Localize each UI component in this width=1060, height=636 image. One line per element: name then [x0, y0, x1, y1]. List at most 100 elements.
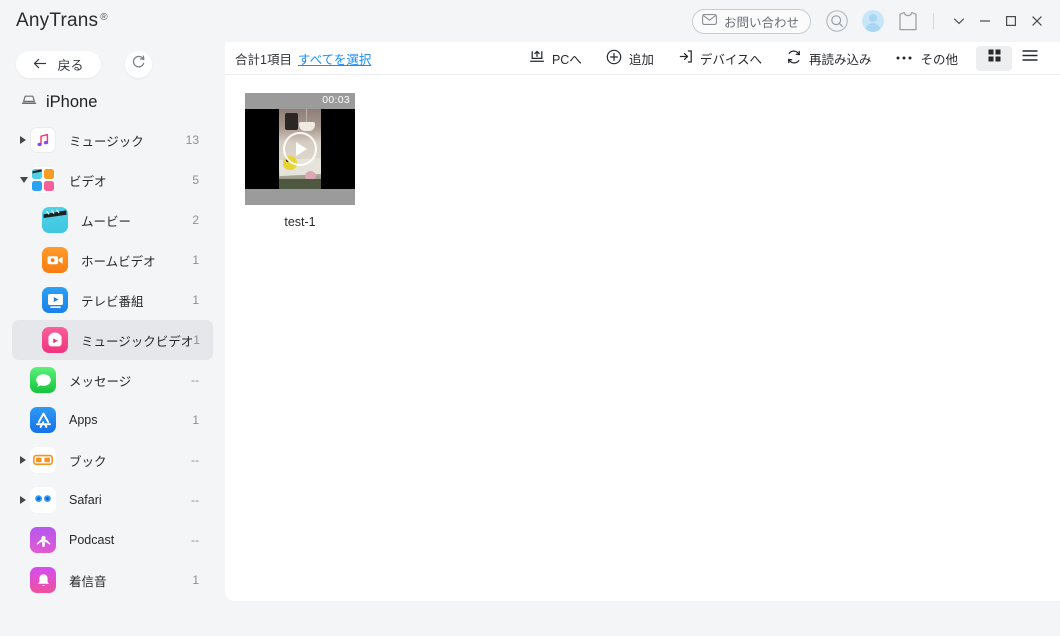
maximize-button[interactable]: [998, 8, 1024, 34]
device-header[interactable]: iPhone: [0, 88, 225, 116]
reload-button[interactable]: 再読み込み: [774, 45, 884, 71]
export-to-pc-button[interactable]: PCへ: [517, 45, 594, 71]
sidebar-item-count: 1: [192, 253, 199, 267]
title-bar-actions: お問い合わせ: [691, 0, 1060, 42]
add-icon: [606, 49, 622, 68]
sidebar: 戻る iPhone ミュージック 13 ビデオ 5 ムービー 2 ホームビデオ …: [0, 42, 225, 636]
refresh-button[interactable]: [125, 50, 152, 78]
sidebar-item-1[interactable]: ビデオ 5: [12, 160, 213, 200]
media-name: test-1: [284, 215, 316, 229]
chevron-right-icon[interactable]: [20, 456, 26, 464]
select-all-link[interactable]: すべてを選択: [298, 49, 371, 68]
chevron-down-icon[interactable]: [946, 8, 972, 34]
sidebar-item-label: メッセージ: [69, 374, 132, 389]
music-video-icon: [42, 327, 68, 353]
contact-button-label: お問い合わせ: [723, 15, 799, 30]
grid-view-icon: [987, 48, 1002, 68]
send-to-device-button[interactable]: デバイスへ: [666, 45, 774, 71]
reload-icon: [786, 49, 802, 68]
media-item[interactable]: 00:03 test-1: [245, 93, 355, 229]
sidebar-item-label: 着信音: [69, 574, 107, 589]
registered-mark: ®: [100, 12, 108, 23]
toolbar-divider: [933, 13, 934, 29]
sidebar-item-label: ミュージック: [69, 134, 144, 149]
sidebar-item-7[interactable]: Apps 1: [12, 400, 213, 440]
movie-icon: [42, 207, 68, 233]
app-window: AnyTrans ® お問い合わせ 戻る iPhone ミュージック 13 ビデ…: [0, 0, 1060, 636]
play-icon[interactable]: [283, 132, 317, 166]
sidebar-item-count: 1: [192, 573, 199, 587]
more-button[interactable]: その他: [883, 45, 970, 71]
add-button[interactable]: 追加: [594, 45, 666, 71]
video-icon: [30, 167, 56, 193]
sidebar-item-5[interactable]: ミュージックビデオ 1: [12, 320, 213, 360]
sidebar-item-0[interactable]: ミュージック 13: [12, 120, 213, 160]
device-icon: [21, 93, 37, 112]
list-view-icon: [1021, 48, 1039, 68]
content-toolbar: 合計1項目 すべてを選択 PCへ 追加 デバイスへ 再読み込み その他: [225, 42, 1060, 75]
chevron-right-icon[interactable]: [20, 136, 26, 144]
refresh-icon: [131, 54, 146, 74]
sidebar-item-label: ブック: [69, 454, 107, 469]
sidebar-item-3[interactable]: ホームビデオ 1: [12, 240, 213, 280]
media-thumbnail[interactable]: 00:03: [245, 93, 355, 205]
chevron-down-icon[interactable]: [20, 177, 28, 183]
main-panel: 合計1項目 すべてを選択 PCへ 追加 デバイスへ 再読み込み その他 00:0…: [225, 42, 1060, 601]
sidebar-item-8[interactable]: ブック --: [12, 440, 213, 480]
tv-show-icon: [42, 287, 68, 313]
sidebar-item-count: --: [191, 373, 199, 387]
sidebar-item-6[interactable]: メッセージ --: [12, 360, 213, 400]
back-button-label: 戻る: [57, 57, 84, 73]
search-icon[interactable]: [824, 8, 850, 34]
sidebar-item-count: --: [191, 533, 199, 547]
minimize-button[interactable]: [972, 8, 998, 34]
sidebar-item-11[interactable]: 着信音 1: [12, 560, 213, 600]
sidebar-item-label: ビデオ: [69, 174, 107, 189]
more-label: その他: [920, 52, 958, 67]
app-title-text: AnyTrans: [16, 10, 99, 31]
sidebar-item-count: --: [191, 493, 199, 507]
sidebar-item-count: --: [191, 453, 199, 467]
device-name: iPhone: [46, 92, 98, 111]
sidebar-item-count: 2: [192, 213, 199, 227]
sidebar-header: 戻る: [0, 42, 225, 86]
sidebar-item-count: 13: [185, 133, 199, 147]
sidebar-nav: ミュージック 13 ビデオ 5 ムービー 2 ホームビデオ 1 テレビ番組 1 ミュージックビデオ 1…: [0, 120, 225, 600]
music-icon: [30, 127, 56, 153]
content-grid: 00:03 test-1: [225, 75, 1060, 229]
send-to-device-label: デバイスへ: [699, 52, 762, 67]
sidebar-item-label: テレビ番組: [81, 294, 144, 309]
sidebar-item-count: 5: [192, 173, 199, 187]
app-store-icon: [30, 407, 56, 433]
sidebar-item-label: ミュージックビデオ: [81, 334, 194, 349]
sidebar-item-2[interactable]: ムービー 2: [12, 200, 213, 240]
mail-icon: [702, 14, 717, 28]
add-label: 追加: [628, 52, 654, 67]
more-icon: [895, 51, 913, 65]
reload-label: 再読み込み: [808, 52, 872, 67]
contact-button[interactable]: お問い合わせ: [691, 8, 811, 34]
app-title: AnyTrans ®: [16, 10, 108, 32]
sidebar-item-10[interactable]: Podcast --: [12, 520, 213, 560]
sidebar-item-9[interactable]: Safari --: [12, 480, 213, 520]
arrow-left-icon: [33, 57, 48, 72]
back-button[interactable]: 戻る: [16, 50, 101, 78]
close-button[interactable]: [1024, 8, 1050, 34]
podcast-icon: [30, 527, 56, 553]
user-avatar[interactable]: [862, 10, 884, 32]
toolbar-actions: PCへ 追加 デバイスへ 再読み込み その他: [517, 45, 1048, 71]
sidebar-item-4[interactable]: テレビ番組 1: [12, 280, 213, 320]
sidebar-item-count: 1: [193, 333, 200, 347]
shirt-icon[interactable]: [897, 11, 919, 32]
books-icon: [30, 447, 56, 473]
view-toggle: [976, 45, 1048, 71]
grid-view-button[interactable]: [976, 45, 1012, 71]
sidebar-item-label: ムービー: [81, 214, 132, 229]
list-view-button[interactable]: [1012, 46, 1048, 71]
sidebar-item-count: 1: [192, 413, 199, 427]
export-to-pc-label: PCへ: [551, 52, 582, 67]
sidebar-item-label: Podcast: [69, 533, 115, 547]
send-to-device-icon: [678, 49, 693, 67]
chevron-right-icon[interactable]: [20, 496, 26, 504]
title-bar: AnyTrans ® お問い合わせ: [0, 0, 1060, 42]
